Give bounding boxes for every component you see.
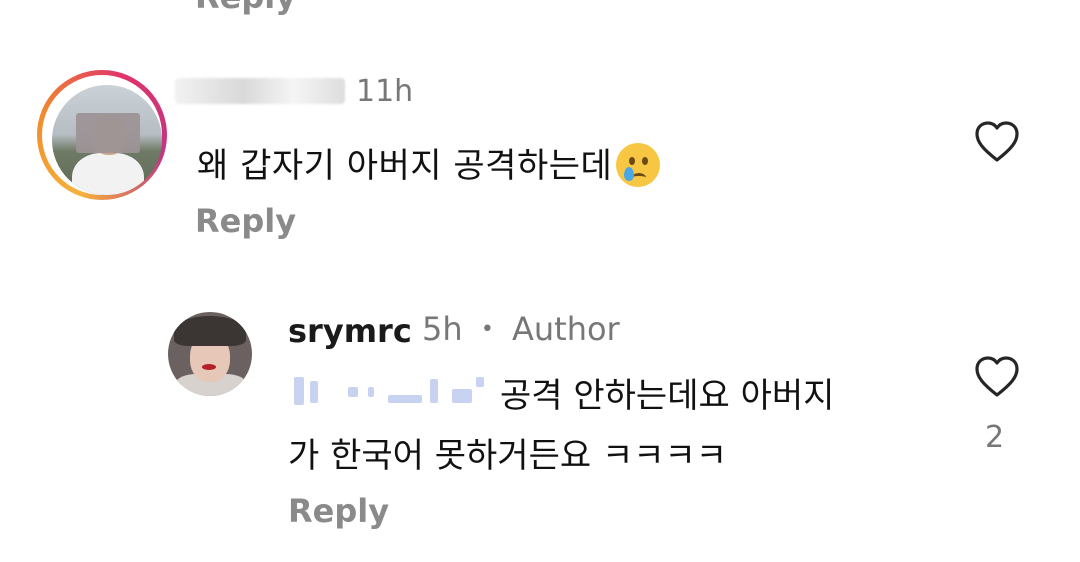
crying-face-icon: [616, 143, 661, 187]
username[interactable]: srymrc: [288, 312, 412, 350]
username-redacted[interactable]: [175, 78, 345, 104]
timestamp: 5h: [422, 310, 463, 348]
avatar: [52, 85, 162, 195]
heart-outline-icon[interactable]: [973, 355, 1021, 399]
reply-button[interactable]: Reply: [195, 202, 296, 240]
avatar[interactable]: [168, 312, 252, 396]
story-ring-avatar[interactable]: [37, 70, 167, 200]
reply-comment-item: srymrc 5h • Author 공격 안하는데요 아버지 가 한국어 못하…: [0, 270, 1080, 562]
timestamp: 11h: [356, 74, 414, 109]
author-badge: Author: [511, 310, 620, 348]
comment-meta: 5h • Author: [422, 310, 620, 348]
comment-text: 왜 갑자기 아버지 공격하는데: [197, 138, 661, 187]
heart-outline-icon[interactable]: [973, 120, 1021, 164]
reply-button[interactable]: Reply: [288, 492, 389, 530]
redaction-blur: [76, 113, 140, 153]
comment-text-line-2: 가 한국어 못하거든요 ㅋㅋㅋㅋ: [288, 436, 728, 476]
comment-item: 11h 왜 갑자기 아버지 공격하는데 Reply: [0, 0, 1080, 270]
mention-redacted: [290, 373, 490, 411]
like-count[interactable]: 2: [985, 420, 1004, 455]
comment-text-line-1: 공격 안하는데요 아버지: [500, 376, 835, 416]
